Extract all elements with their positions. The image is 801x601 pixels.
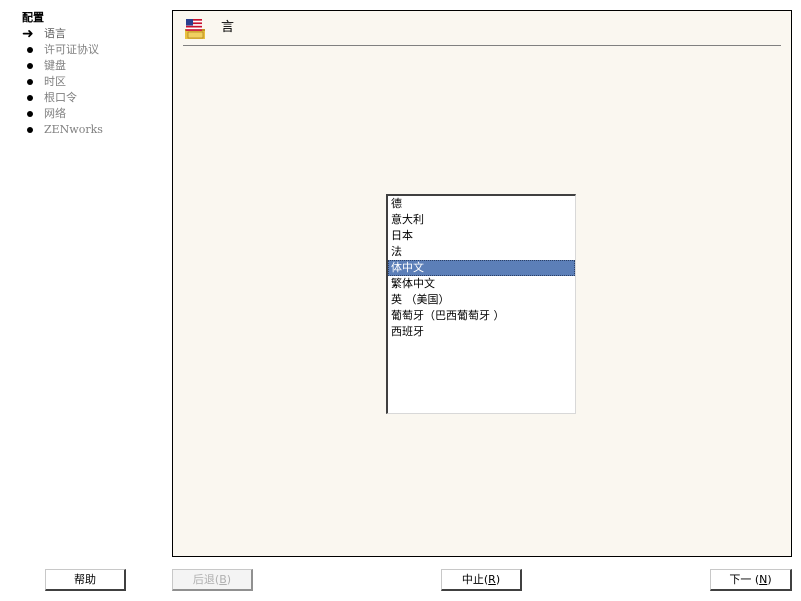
sidebar-title: 配置	[22, 11, 44, 24]
bullet-icon	[27, 127, 33, 133]
panel-title: 言	[221, 20, 235, 35]
next-button-label: 下一 (	[729, 573, 760, 586]
bullet-icon	[27, 111, 33, 117]
bullet-icon	[27, 79, 33, 85]
list-item[interactable]: 西班牙	[388, 324, 575, 340]
abort-mnemonic: R	[488, 573, 496, 586]
step-language: ➜ 语言	[22, 26, 162, 42]
abort-button-close: )	[495, 573, 501, 586]
list-item[interactable]: 日本	[388, 228, 575, 244]
list-item[interactable]: 德	[388, 196, 575, 212]
step-zenworks: ZENworks	[22, 122, 162, 138]
bullet-icon	[27, 95, 33, 101]
step-network: 网络	[22, 106, 162, 122]
list-item[interactable]: 繁体中文	[388, 276, 575, 292]
step-timezone: 时区	[22, 74, 162, 90]
us-flag-icon	[185, 19, 205, 39]
step-license: 许可证协议	[22, 42, 162, 58]
main-panel: 言 德 意大利 日本 法 体中文 繁体中文 英 （美国） 葡萄牙（巴西葡萄牙 ）…	[172, 10, 792, 557]
help-button[interactable]: 帮助	[45, 569, 126, 591]
abort-button[interactable]: 中止(R)	[441, 569, 522, 591]
list-item[interactable]: 意大利	[388, 212, 575, 228]
step-label: 许可证协议	[44, 43, 99, 56]
next-button[interactable]: 下一 (N)	[710, 569, 792, 591]
panel-header: 言	[183, 15, 781, 41]
abort-button-label: 中止(	[461, 573, 489, 586]
step-label: 语言	[44, 27, 66, 40]
step-label: 根口令	[44, 91, 77, 104]
installer-window: 配置 ➜ 语言 许可证协议 键盘 时区 根口令 网络 ZENworks 言 德 …	[0, 0, 801, 601]
step-keyboard: 键盘	[22, 58, 162, 74]
step-label: 键盘	[44, 59, 66, 72]
list-item[interactable]: 葡萄牙（巴西葡萄牙 ）	[388, 308, 575, 324]
back-button-label: 后退(	[192, 573, 220, 586]
help-button-label: 帮助	[74, 573, 96, 586]
step-label: 时区	[44, 75, 66, 88]
header-divider	[183, 45, 781, 46]
next-button-close: )	[767, 573, 772, 586]
step-label: 网络	[44, 107, 66, 120]
list-item[interactable]: 法	[388, 244, 575, 260]
list-item[interactable]: 英 （美国）	[388, 292, 575, 308]
language-listbox[interactable]: 德 意大利 日本 法 体中文 繁体中文 英 （美国） 葡萄牙（巴西葡萄牙 ） 西…	[386, 194, 576, 414]
list-item-selected[interactable]: 体中文	[388, 260, 575, 276]
back-button-close: )	[226, 573, 232, 586]
step-root-password: 根口令	[22, 90, 162, 106]
back-button[interactable]: 后退(B)	[172, 569, 253, 591]
back-mnemonic: B	[219, 573, 227, 586]
bullet-icon	[27, 63, 33, 69]
steps-sidebar: 配置 ➜ 语言 许可证协议 键盘 时区 根口令 网络 ZENworks	[22, 10, 162, 138]
bullet-icon	[27, 47, 33, 53]
arrow-right-icon: ➜	[22, 26, 34, 42]
step-label: ZENworks	[44, 123, 103, 136]
